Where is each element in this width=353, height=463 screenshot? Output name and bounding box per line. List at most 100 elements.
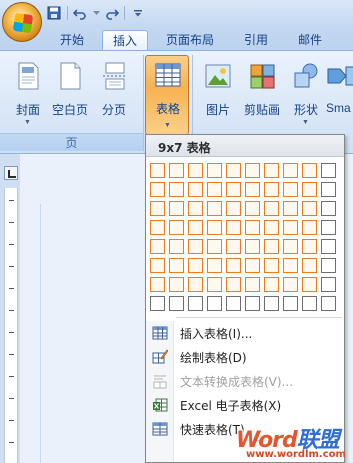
grid-cell[interactable] bbox=[302, 220, 317, 235]
clip-art-button[interactable]: 剪贴画 bbox=[240, 57, 284, 129]
grid-cell[interactable] bbox=[264, 296, 279, 311]
grid-cell[interactable] bbox=[150, 163, 165, 178]
grid-cell[interactable] bbox=[226, 239, 241, 254]
draw-table-item[interactable]: 绘制表格(D) bbox=[146, 345, 344, 369]
grid-cell[interactable] bbox=[264, 277, 279, 292]
page-break-button[interactable]: 分页 bbox=[92, 57, 136, 129]
grid-cell[interactable] bbox=[245, 277, 260, 292]
grid-cell[interactable] bbox=[188, 258, 203, 273]
insert-table-item[interactable]: 插入表格(I)... bbox=[146, 321, 344, 345]
grid-cell[interactable] bbox=[188, 182, 203, 197]
grid-cell[interactable] bbox=[264, 239, 279, 254]
grid-cell[interactable] bbox=[150, 258, 165, 273]
grid-cell[interactable] bbox=[245, 239, 260, 254]
grid-cell[interactable] bbox=[245, 163, 260, 178]
grid-cell[interactable] bbox=[302, 201, 317, 216]
grid-cell[interactable] bbox=[321, 277, 336, 292]
grid-cell[interactable] bbox=[169, 258, 184, 273]
smartart-button[interactable]: Sma bbox=[326, 57, 353, 129]
grid-cell[interactable] bbox=[226, 163, 241, 178]
grid-cell[interactable] bbox=[188, 201, 203, 216]
grid-cell[interactable] bbox=[226, 220, 241, 235]
grid-cell[interactable] bbox=[169, 182, 184, 197]
grid-cell[interactable] bbox=[321, 220, 336, 235]
office-button[interactable] bbox=[2, 2, 42, 42]
grid-cell[interactable] bbox=[245, 258, 260, 273]
grid-cell[interactable] bbox=[245, 201, 260, 216]
grid-cell[interactable] bbox=[188, 163, 203, 178]
grid-cell[interactable] bbox=[321, 182, 336, 197]
grid-cell[interactable] bbox=[169, 239, 184, 254]
grid-cell[interactable] bbox=[207, 201, 222, 216]
grid-cell[interactable] bbox=[264, 182, 279, 197]
grid-cell[interactable] bbox=[226, 182, 241, 197]
cover-page-button[interactable]: 封面 ▼ bbox=[6, 57, 50, 129]
grid-cell[interactable] bbox=[302, 163, 317, 178]
grid-cell[interactable] bbox=[283, 277, 298, 292]
grid-cell[interactable] bbox=[207, 296, 222, 311]
save-icon[interactable] bbox=[46, 4, 63, 22]
grid-cell[interactable] bbox=[169, 201, 184, 216]
grid-cell[interactable] bbox=[169, 277, 184, 292]
grid-cell[interactable] bbox=[226, 296, 241, 311]
grid-cell[interactable] bbox=[207, 239, 222, 254]
grid-cell[interactable] bbox=[302, 296, 317, 311]
tab-selector[interactable] bbox=[4, 166, 18, 180]
grid-cell[interactable] bbox=[245, 182, 260, 197]
grid-cell[interactable] bbox=[150, 239, 165, 254]
grid-cell[interactable] bbox=[283, 239, 298, 254]
grid-cell[interactable] bbox=[207, 258, 222, 273]
chevron-down-icon[interactable] bbox=[129, 4, 146, 22]
grid-cell[interactable] bbox=[150, 201, 165, 216]
grid-cell[interactable] bbox=[302, 182, 317, 197]
convert-text-to-table-item[interactable]: 文本转换成表格(V)... bbox=[146, 369, 344, 393]
grid-cell[interactable] bbox=[245, 220, 260, 235]
grid-cell[interactable] bbox=[321, 296, 336, 311]
grid-cell[interactable] bbox=[150, 220, 165, 235]
picture-button[interactable]: 图片 bbox=[196, 57, 240, 129]
grid-cell[interactable] bbox=[207, 182, 222, 197]
table-grid-picker[interactable] bbox=[150, 163, 342, 313]
tab-mailings[interactable]: 邮件 bbox=[290, 30, 330, 50]
grid-cell[interactable] bbox=[302, 239, 317, 254]
grid-cell[interactable] bbox=[283, 163, 298, 178]
grid-cell[interactable] bbox=[264, 201, 279, 216]
grid-cell[interactable] bbox=[169, 296, 184, 311]
grid-cell[interactable] bbox=[245, 296, 260, 311]
grid-cell[interactable] bbox=[169, 220, 184, 235]
grid-cell[interactable] bbox=[283, 220, 298, 235]
excel-spreadsheet-item[interactable]: Excel 电子表格(X) bbox=[146, 393, 344, 417]
grid-cell[interactable] bbox=[207, 220, 222, 235]
grid-cell[interactable] bbox=[264, 163, 279, 178]
grid-cell[interactable] bbox=[302, 258, 317, 273]
grid-cell[interactable] bbox=[321, 163, 336, 178]
grid-cell[interactable] bbox=[188, 239, 203, 254]
grid-cell[interactable] bbox=[321, 258, 336, 273]
grid-cell[interactable] bbox=[188, 220, 203, 235]
grid-cell[interactable] bbox=[283, 182, 298, 197]
undo-icon[interactable] bbox=[72, 4, 89, 22]
grid-cell[interactable] bbox=[283, 258, 298, 273]
grid-cell[interactable] bbox=[321, 239, 336, 254]
blank-page-button[interactable]: 空白页 bbox=[48, 57, 92, 129]
grid-cell[interactable] bbox=[321, 201, 336, 216]
tab-references[interactable]: 引用 bbox=[236, 30, 276, 50]
tab-home[interactable]: 开始 bbox=[50, 30, 94, 50]
grid-cell[interactable] bbox=[226, 258, 241, 273]
redo-icon[interactable] bbox=[104, 4, 121, 22]
undo-dropdown-icon[interactable] bbox=[92, 4, 100, 22]
grid-cell[interactable] bbox=[169, 163, 184, 178]
grid-cell[interactable] bbox=[150, 296, 165, 311]
grid-cell[interactable] bbox=[226, 201, 241, 216]
grid-cell[interactable] bbox=[264, 258, 279, 273]
grid-cell[interactable] bbox=[188, 296, 203, 311]
table-button[interactable]: 表格 ▼ bbox=[145, 55, 189, 135]
grid-cell[interactable] bbox=[226, 277, 241, 292]
grid-cell[interactable] bbox=[207, 277, 222, 292]
tab-page-layout[interactable]: 页面布局 bbox=[158, 30, 222, 50]
grid-cell[interactable] bbox=[150, 182, 165, 197]
grid-cell[interactable] bbox=[302, 277, 317, 292]
grid-cell[interactable] bbox=[283, 201, 298, 216]
tab-insert[interactable]: 插入 bbox=[102, 30, 148, 50]
shapes-button[interactable]: 形状 ▼ bbox=[284, 57, 328, 129]
